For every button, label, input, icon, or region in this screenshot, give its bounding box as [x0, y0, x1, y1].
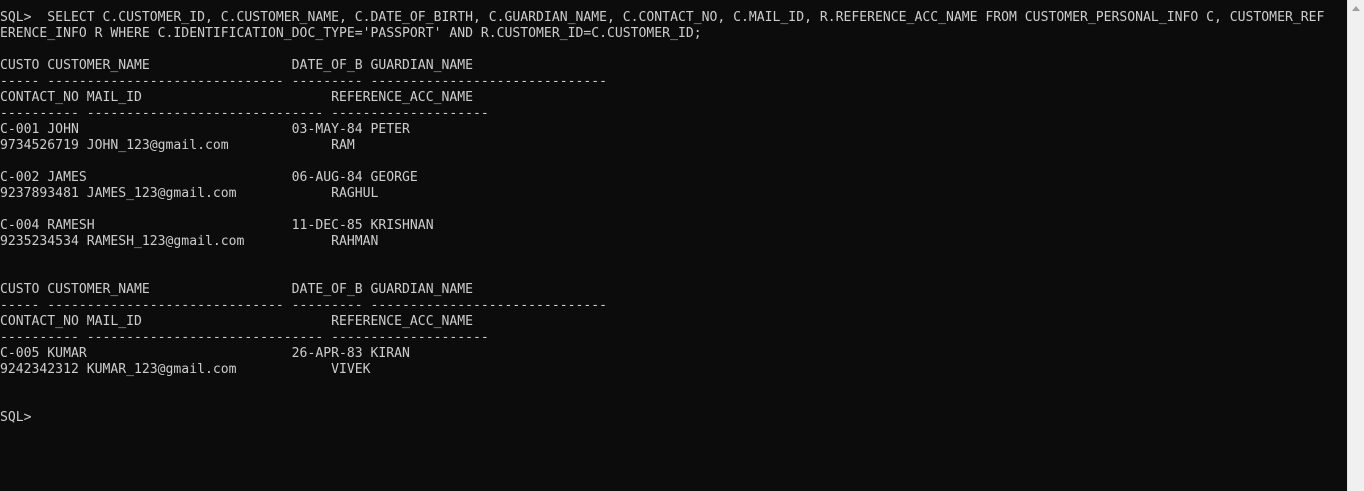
result-header-row-2: CONTACT_NO MAIL_ID REFERENCE_ACC_NAME	[0, 314, 473, 329]
result-row: C-004 RAMESH 11-DEC-85 KRISHNAN	[0, 218, 434, 233]
result-header-row-1: CUSTO CUSTOMER_NAME DATE_OF_B GUARDIAN_N…	[0, 282, 473, 297]
result-row: 9242342312 KUMAR_123@gmail.com VIVEK	[0, 362, 371, 377]
sql-command-continuation: ERENCE_INFO R WHERE C.IDENTIFICATION_DOC…	[0, 26, 702, 41]
result-header-underline-2: ---------- -----------------------------…	[0, 330, 489, 345]
sql-prompt[interactable]: SQL>	[0, 410, 1347, 426]
result-row: C-005 KUMAR 26-APR-83 KIRAN	[0, 346, 410, 361]
result-row: 9734526719 JOHN_123@gmail.com RAM	[0, 138, 355, 153]
result-header-underline-1: ----- ------------------------------ ---…	[0, 298, 607, 313]
result-header-underline-1: ----- ------------------------------ ---…	[0, 74, 607, 89]
vertical-scrollbar[interactable]	[1347, 0, 1364, 491]
scroll-up-arrow-icon[interactable]	[1348, 0, 1364, 17]
result-header-underline-2: ---------- -----------------------------…	[0, 106, 489, 121]
result-header-row-1: CUSTO CUSTOMER_NAME DATE_OF_B GUARDIAN_N…	[0, 58, 473, 73]
sql-command-line: SQL> SELECT C.CUSTOMER_ID, C.CUSTOMER_NA…	[0, 10, 1325, 25]
result-row: 9237893481 JAMES_123@gmail.com RAGHUL	[0, 186, 379, 201]
result-row: 9235234534 RAMESH_123@gmail.com RAHMAN	[0, 234, 379, 249]
result-row: C-002 JAMES 06-AUG-84 GEORGE	[0, 170, 418, 185]
terminal-output[interactable]: SQL> SELECT C.CUSTOMER_ID, C.CUSTOMER_NA…	[0, 0, 1347, 491]
result-header-row-2: CONTACT_NO MAIL_ID REFERENCE_ACC_NAME	[0, 90, 473, 105]
result-row: C-001 JOHN 03-MAY-84 PETER	[0, 122, 410, 137]
